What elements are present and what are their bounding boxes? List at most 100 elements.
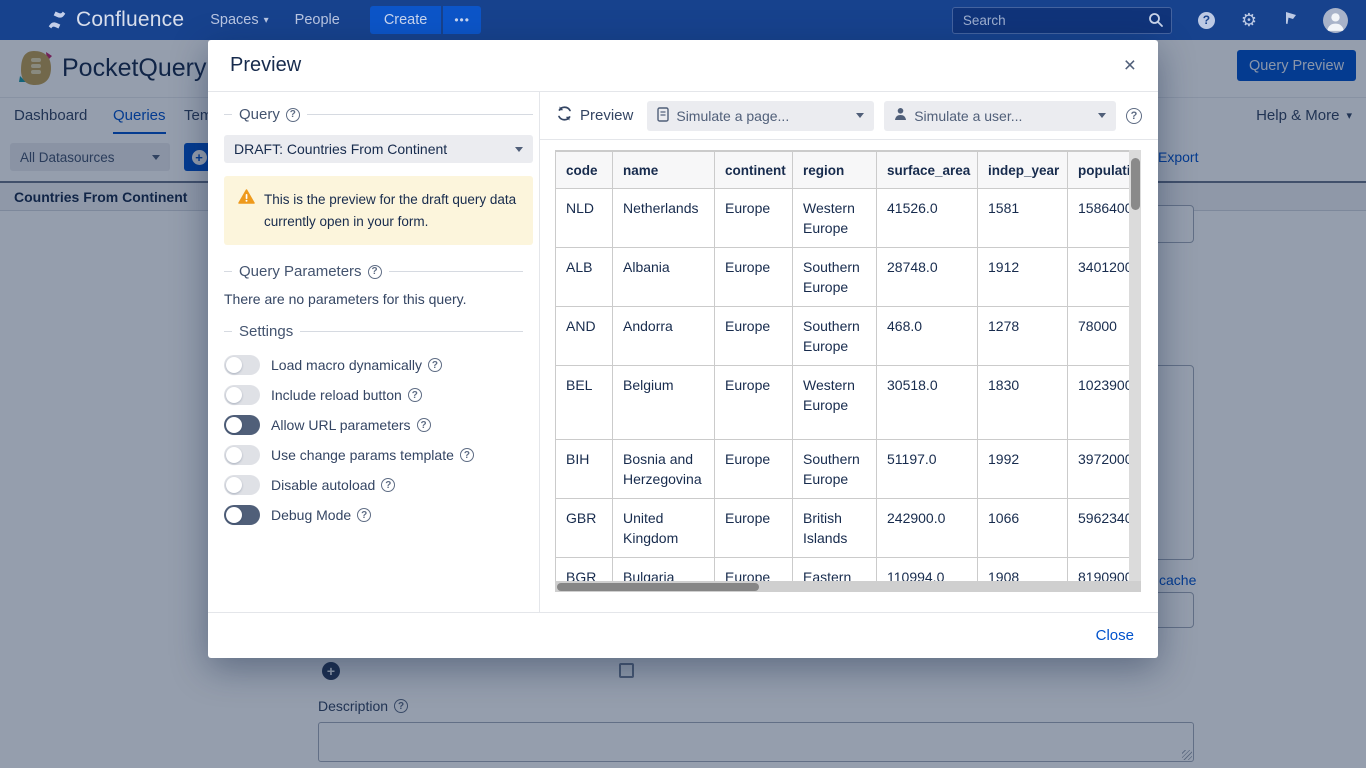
search-input[interactable] xyxy=(952,7,1172,34)
top-navbar: Confluence Spaces ▾ People Create ••• ? xyxy=(0,0,1366,40)
table-cell: AND xyxy=(556,307,613,366)
table-cell: 1908 xyxy=(978,558,1068,582)
question-mark-icon[interactable]: ? xyxy=(460,448,474,462)
table-row: BGRBulgariaEuropeEastern Europe110994.01… xyxy=(556,558,1130,582)
table-cell: 3401200 xyxy=(1068,248,1130,307)
close-button[interactable]: Close xyxy=(1096,627,1134,644)
table-cell: Western Europe xyxy=(793,366,877,440)
table-cell: Belgium xyxy=(613,366,715,440)
table-cell: 3972000 xyxy=(1068,440,1130,499)
table-cell: BGR xyxy=(556,558,613,582)
preview-modal: Preview × Query ? DRAFT: Countries From … xyxy=(208,40,1158,658)
table-cell: 15864000 xyxy=(1068,189,1130,248)
question-mark-icon[interactable]: ? xyxy=(408,388,422,402)
table-row: NLDNetherlandsEuropeWestern Europe41526.… xyxy=(556,189,1130,248)
toggle-knob xyxy=(226,447,242,463)
table-cell: Bulgaria xyxy=(613,558,715,582)
question-mark-icon[interactable]: ? xyxy=(417,418,431,432)
vertical-scrollbar-thumb[interactable] xyxy=(1131,158,1140,210)
question-mark-icon[interactable]: ? xyxy=(368,265,382,279)
table-cell: Europe xyxy=(715,499,793,558)
close-icon[interactable]: × xyxy=(1124,55,1136,76)
toggle-knob xyxy=(226,387,242,403)
table-row: ALBAlbaniaEuropeSouthern Europe28748.019… xyxy=(556,248,1130,307)
question-mark-icon[interactable]: ? xyxy=(357,508,371,522)
question-mark-icon[interactable]: ? xyxy=(286,108,300,122)
user-avatar[interactable] xyxy=(1323,8,1348,33)
warning-icon xyxy=(238,189,255,232)
refresh-preview-button[interactable]: Preview xyxy=(556,105,633,127)
table-cell: BIH xyxy=(556,440,613,499)
settings-menu-button[interactable]: ⚙ xyxy=(1241,11,1257,29)
table-cell: 59623400 xyxy=(1068,499,1130,558)
params-section-label: Query Parameters xyxy=(239,263,362,280)
setting-row: Disable autoload? xyxy=(224,475,523,495)
table-cell: Eastern Europe xyxy=(793,558,877,582)
query-section-label: Query xyxy=(239,106,280,123)
search-box[interactable] xyxy=(952,7,1172,34)
confluence-home-link[interactable]: Confluence xyxy=(46,8,184,32)
table-cell: Southern Europe xyxy=(793,440,877,499)
toggle-knob xyxy=(226,357,242,373)
table-cell: 8190900 xyxy=(1068,558,1130,582)
query-select[interactable]: DRAFT: Countries From Continent xyxy=(224,135,533,163)
notifications-button[interactable] xyxy=(1283,10,1299,31)
toggle-switch[interactable] xyxy=(224,385,260,405)
table-cell: ALB xyxy=(556,248,613,307)
table-cell: Europe xyxy=(715,248,793,307)
caret-down-icon xyxy=(515,147,523,152)
warning-text: This is the preview for the draft query … xyxy=(264,189,519,232)
toggle-switch[interactable] xyxy=(224,355,260,375)
setting-row: Debug Mode? xyxy=(224,505,523,525)
result-table-container: codenamecontinentregionsurface_areaindep… xyxy=(555,150,1141,592)
table-cell: 1830 xyxy=(978,366,1068,440)
column-header-region: region xyxy=(793,152,877,189)
table-cell: 468.0 xyxy=(877,307,978,366)
table-cell: Netherlands xyxy=(613,189,715,248)
help-icon: ? xyxy=(1198,12,1215,29)
table-cell: Europe xyxy=(715,366,793,440)
table-cell: 1912 xyxy=(978,248,1068,307)
toggle-label: Load macro dynamically? xyxy=(271,357,442,373)
preview-options-panel: Query ? DRAFT: Countries From Continent xyxy=(208,92,540,612)
question-mark-icon[interactable]: ? xyxy=(428,358,442,372)
preview-table-body: NLDNetherlandsEuropeWestern Europe41526.… xyxy=(556,189,1130,582)
table-cell: 30518.0 xyxy=(877,366,978,440)
table-cell: Southern Europe xyxy=(793,248,877,307)
table-cell: Bosnia and Herzegovina xyxy=(613,440,715,499)
toggle-switch[interactable] xyxy=(224,445,260,465)
toggle-knob xyxy=(226,507,242,523)
preview-help-icon[interactable]: ? xyxy=(1126,108,1142,124)
help-menu-button[interactable]: ? xyxy=(1198,12,1215,29)
setting-row: Use change params template? xyxy=(224,445,523,465)
toggle-switch[interactable] xyxy=(224,505,260,525)
table-cell: 78000 xyxy=(1068,307,1130,366)
horizontal-scrollbar[interactable] xyxy=(555,581,1141,592)
toggle-label: Allow URL parameters? xyxy=(271,417,431,433)
create-button[interactable]: Create xyxy=(370,6,442,34)
question-mark-icon[interactable]: ? xyxy=(381,478,395,492)
table-cell: 110994.0 xyxy=(877,558,978,582)
vertical-scrollbar[interactable] xyxy=(1129,150,1141,581)
horizontal-scrollbar-thumb[interactable] xyxy=(557,583,759,591)
setting-row: Include reload button? xyxy=(224,385,523,405)
nav-item-people[interactable]: People xyxy=(295,12,340,28)
table-cell: 51197.0 xyxy=(877,440,978,499)
settings-toggle-list: Load macro dynamically? Include reload bu… xyxy=(224,355,523,525)
table-header-row: codenamecontinentregionsurface_areaindep… xyxy=(556,152,1130,189)
notification-flag-icon xyxy=(1283,10,1299,31)
column-header-population: population xyxy=(1068,152,1130,189)
table-cell: 28748.0 xyxy=(877,248,978,307)
caret-down-icon xyxy=(856,113,864,118)
simulate-user-select[interactable]: Simulate a user... xyxy=(884,101,1116,131)
user-icon xyxy=(894,107,907,124)
toggle-switch[interactable] xyxy=(224,415,260,435)
create-more-button[interactable]: ••• xyxy=(443,6,481,34)
search-icon xyxy=(1148,12,1164,33)
column-header-indep_year: indep_year xyxy=(978,152,1068,189)
simulate-page-select[interactable]: Simulate a page... xyxy=(647,101,874,131)
result-table: codenamecontinentregionsurface_areaindep… xyxy=(555,151,1129,581)
nav-item-spaces[interactable]: Spaces ▾ xyxy=(210,12,268,28)
settings-section-label: Settings xyxy=(239,323,293,340)
toggle-switch[interactable] xyxy=(224,475,260,495)
